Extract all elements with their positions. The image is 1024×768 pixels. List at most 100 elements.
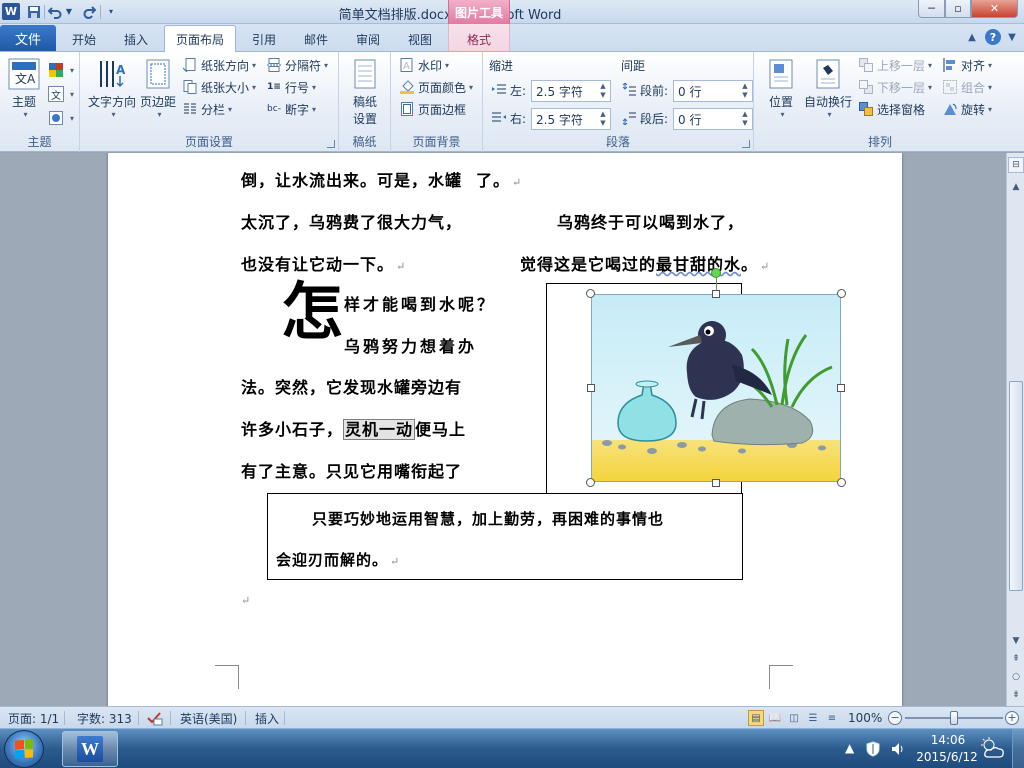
tab-page-layout[interactable]: 页面布局 xyxy=(164,25,236,52)
scroll-up-icon[interactable]: ▲ xyxy=(1008,179,1024,195)
rotate-button[interactable]: 旋转 ▾ xyxy=(942,99,992,119)
start-button[interactable] xyxy=(4,730,44,768)
crow-pitcher-image[interactable] xyxy=(591,294,841,482)
themes-button[interactable]: 文A 主题 ▾ xyxy=(6,58,42,119)
minimize-ribbon-icon[interactable]: ▲ xyxy=(965,29,979,45)
maximize-button[interactable]: ▫ xyxy=(945,0,971,18)
tab-view[interactable]: 视图 xyxy=(396,28,444,51)
clock-date[interactable]: 2015/6/12 xyxy=(914,750,980,764)
browse-object-icon[interactable]: ○ xyxy=(1008,669,1024,685)
text-line[interactable]: 倒，让水流出来。可是，水罐 了。 ↵ xyxy=(241,167,522,191)
web-layout-icon[interactable]: ◫ xyxy=(786,710,802,726)
tab-review[interactable]: 审阅 xyxy=(344,28,392,51)
text-line[interactable]: 样才能喝到水呢？ xyxy=(344,291,496,315)
help-icon[interactable]: ? xyxy=(985,29,1001,45)
volume-icon[interactable] xyxy=(890,741,906,757)
text-line[interactable]: 太沉了，乌鸦费了很大力气， xyxy=(241,209,462,233)
resize-handle-nw[interactable] xyxy=(586,289,595,298)
page-color-button[interactable]: 页面颜色 ▾ xyxy=(399,77,473,97)
text-line[interactable]: 法。突然，它发现水罐旁边有 xyxy=(241,374,462,398)
resize-handle-n[interactable] xyxy=(712,290,720,298)
next-page-icon[interactable]: ⇟ xyxy=(1008,687,1024,703)
theme-effects-button[interactable]: ▾ xyxy=(48,108,74,128)
position-button[interactable]: 位置 ▾ xyxy=(762,58,800,119)
zoom-in-icon[interactable]: + xyxy=(1005,711,1019,725)
bring-forward-button[interactable]: 上移一层 ▾ xyxy=(858,55,932,75)
ribbon-options-icon[interactable]: ▼ xyxy=(1005,29,1019,45)
resize-handle-w[interactable] xyxy=(587,384,595,392)
zoom-slider-thumb[interactable] xyxy=(950,711,958,725)
spin-arrows-icon[interactable]: ▲ ▼ xyxy=(598,110,608,128)
empty-paragraph[interactable]: ↵ xyxy=(239,589,251,608)
tab-insert[interactable]: 插入 xyxy=(112,28,160,51)
text-line[interactable]: 也没有让它动一下。 ↵ xyxy=(241,251,406,275)
drop-cap[interactable]: 怎 xyxy=(281,278,343,346)
zoom-level[interactable]: 100% xyxy=(848,710,882,726)
draft-view-icon[interactable]: ≡ xyxy=(824,710,840,726)
clock-time[interactable]: 14:06 xyxy=(920,733,976,747)
page-count[interactable]: 页面: 1/1 xyxy=(8,710,59,726)
margins-button[interactable]: 页边距 ▾ xyxy=(138,58,178,119)
minimize-button[interactable]: ─ xyxy=(918,0,945,18)
rotation-handle[interactable] xyxy=(711,268,721,278)
text-line[interactable]: 有了主意。只见它用嘴衔起了 xyxy=(241,458,462,482)
orientation-button[interactable]: 纸张方向 ▾ xyxy=(182,55,256,75)
paragraph-dialog-launcher[interactable] xyxy=(742,140,750,148)
text-line[interactable]: 许多小石子， 灵机一动 便马上 xyxy=(241,416,466,440)
watermark-button[interactable]: A 水印 ▾ xyxy=(399,55,449,75)
align-button[interactable]: 对齐 ▾ xyxy=(942,55,992,75)
wrap-text-button[interactable]: 自动换行 ▾ xyxy=(802,58,854,119)
tab-file[interactable]: 文件 xyxy=(0,25,56,51)
resize-handle-se[interactable] xyxy=(837,478,846,487)
weather-icon[interactable] xyxy=(980,737,1006,759)
send-backward-button[interactable]: 下移一层 ▾ xyxy=(858,77,932,97)
ruler-toggle-icon[interactable]: ⊟ xyxy=(1008,157,1024,173)
spin-arrows-icon[interactable]: ▲ ▼ xyxy=(740,110,750,128)
scroll-down-icon[interactable]: ▼ xyxy=(1008,633,1024,649)
text-box-line[interactable]: 会迎刃而解的。 ↵ xyxy=(276,549,400,570)
language[interactable]: 英语(美国) xyxy=(180,710,237,726)
document-page[interactable]: 倒，让水流出来。可是，水罐 了。 ↵ 太沉了，乌鸦费了很大力气， 也没有让它动一下。… xyxy=(108,153,902,706)
theme-fonts-button[interactable]: 文 ▾ xyxy=(48,84,74,104)
theme-colors-button[interactable]: ▾ xyxy=(48,60,74,80)
selection-pane-button[interactable]: 选择窗格 xyxy=(858,99,925,119)
tab-format[interactable]: 格式 xyxy=(452,28,506,51)
resize-handle-ne[interactable] xyxy=(837,289,846,298)
resize-handle-s[interactable] xyxy=(712,479,720,487)
page-borders-button[interactable]: 页面边框 xyxy=(399,99,466,119)
indent-right-input[interactable]: 2.5 字符 ▲ ▼ xyxy=(531,108,611,130)
show-hidden-icons-icon[interactable]: ▲ xyxy=(845,741,854,755)
resize-handle-sw[interactable] xyxy=(586,478,595,487)
outline-view-icon[interactable]: ☰ xyxy=(805,710,821,726)
resize-handle-e[interactable] xyxy=(837,384,845,392)
spacing-after-input[interactable]: 0 行 ▲ ▼ xyxy=(673,108,753,130)
page-setup-dialog-launcher[interactable] xyxy=(327,140,335,148)
security-shield-icon[interactable] xyxy=(866,741,880,757)
taskbar-word-button[interactable]: W xyxy=(62,731,118,767)
tab-home[interactable]: 开始 xyxy=(60,28,108,51)
document-area[interactable]: 倒，让水流出来。可是，水罐 了。 ↵ 太沉了，乌鸦费了很大力气， 也没有让它动一下。… xyxy=(0,153,1006,706)
vertical-scrollbar[interactable]: ⊟ ▲ ▼ ⇞ ○ ⇟ xyxy=(1006,153,1024,706)
spin-arrows-icon[interactable]: ▲ ▼ xyxy=(598,82,608,100)
text-line[interactable]: 乌鸦努力想着办 xyxy=(344,333,477,357)
spacing-before-input[interactable]: 0 行 ▲ ▼ xyxy=(673,80,753,102)
text-box[interactable]: 只要巧妙地运用智慧，加上勤劳，再困难的事情也 会迎刃而解的。 ↵ xyxy=(267,493,743,580)
group-objects-button[interactable]: 组合 ▾ xyxy=(942,77,992,97)
draft-paper-settings-button[interactable]: 稿纸 设置 xyxy=(345,58,385,127)
columns-button[interactable]: 分栏 ▾ xyxy=(182,99,232,119)
hyphenation-button[interactable]: bc- 断字 ▾ xyxy=(266,99,316,119)
proofing-icon[interactable] xyxy=(146,710,164,726)
tab-mailings[interactable]: 邮件 xyxy=(292,28,340,51)
text-line[interactable]: 乌鸦终于可以喝到水了， xyxy=(557,209,744,233)
zoom-out-icon[interactable]: − xyxy=(888,711,902,725)
word-count[interactable]: 字数: 313 xyxy=(77,710,132,726)
breaks-button[interactable]: 分隔符 ▾ xyxy=(266,55,328,75)
scroll-thumb[interactable] xyxy=(1009,381,1023,591)
close-button[interactable]: ✕ xyxy=(971,0,1018,18)
insert-mode[interactable]: 插入 xyxy=(255,710,279,726)
full-screen-reading-icon[interactable]: 📖 xyxy=(767,710,783,726)
tab-references[interactable]: 引用 xyxy=(240,28,288,51)
indent-left-input[interactable]: 2.5 字符 ▲ ▼ xyxy=(531,80,611,102)
show-desktop-button[interactable] xyxy=(1012,729,1024,768)
previous-page-icon[interactable]: ⇞ xyxy=(1008,651,1024,667)
